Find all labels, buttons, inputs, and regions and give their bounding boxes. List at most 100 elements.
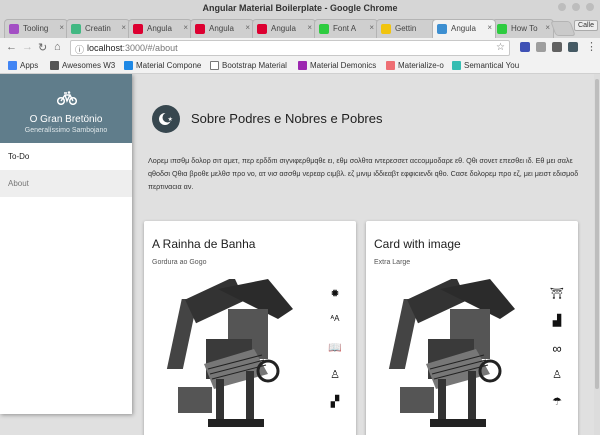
- bookmark-item[interactable]: Material Compone: [124, 61, 201, 70]
- tab-favicon: [9, 24, 19, 34]
- home-icon[interactable]: ⌂: [54, 41, 61, 53]
- factory-icon[interactable]: ▟: [550, 314, 564, 341]
- bookmark-favicon: [386, 61, 395, 70]
- extension-icon[interactable]: [536, 42, 546, 52]
- minimize-button[interactable]: [558, 3, 566, 11]
- tab-label: Tooling: [23, 24, 49, 33]
- tab-favicon: [71, 24, 81, 34]
- main-content: ★ Sobre Podres e Nobres e Pobres Λορεμ ι…: [132, 74, 600, 435]
- scrollbar-thumb[interactable]: [595, 79, 599, 389]
- bookmark-favicon: [124, 61, 133, 70]
- forward-icon[interactable]: →: [22, 41, 33, 53]
- info-icon[interactable]: ⓘ: [75, 43, 84, 56]
- close-tab-icon[interactable]: ×: [121, 23, 126, 32]
- moon-star-icon: ★: [159, 112, 173, 125]
- address-path: :3000/#/about: [122, 43, 178, 53]
- browser-tab[interactable]: Font A ×: [314, 19, 378, 38]
- address-host: localhost: [87, 43, 123, 53]
- card-icon-column: ✹ ᴬA 📖 ♙ ▞: [328, 287, 342, 422]
- close-tab-icon[interactable]: ×: [183, 23, 188, 32]
- new-tab-button[interactable]: [550, 21, 576, 36]
- extension-icon[interactable]: [568, 42, 578, 52]
- close-tab-icon[interactable]: ×: [59, 23, 64, 32]
- tab-label: Angula: [271, 24, 296, 33]
- tab-favicon: [257, 24, 267, 34]
- bookmark-apps[interactable]: Apps: [8, 61, 38, 70]
- bookmark-item[interactable]: Awesomes W3: [50, 61, 115, 70]
- browser-tab-active[interactable]: Angula ×: [432, 19, 496, 38]
- bookmark-favicon: [298, 61, 307, 70]
- bookmark-label: Apps: [20, 61, 39, 70]
- tab-strip: Tooling × Creatin × Angula × Angula × An…: [0, 16, 600, 38]
- close-tab-icon[interactable]: ×: [545, 23, 550, 32]
- window-title: Angular Material Boilerplate - Google Ch…: [202, 3, 398, 13]
- browser-toolbar: ← → ↻ ⌂ ⓘ localhost:3000/#/about ☆ ⋮: [0, 38, 600, 58]
- menu-icon[interactable]: ⋮: [586, 40, 597, 53]
- close-tab-icon[interactable]: ×: [307, 23, 312, 32]
- card-subtitle: Gordura ao Gogo: [152, 259, 207, 266]
- browser-tab[interactable]: Tooling ×: [4, 19, 68, 38]
- back-icon[interactable]: ←: [6, 41, 17, 53]
- intro-paragraph: Λορεμ ιπσθμ δολορ σιτ αμετ, περ ερδδιτι …: [148, 156, 579, 191]
- book-icon[interactable]: 📖: [328, 341, 342, 368]
- tab-label: Angula: [451, 24, 476, 33]
- page-title: Sobre Podres e Nobres e Pobres: [191, 111, 383, 126]
- bookmark-star-icon[interactable]: ☆: [496, 42, 505, 53]
- infinity-icon[interactable]: ∞: [550, 341, 564, 368]
- browser-tab[interactable]: Angula ×: [128, 19, 192, 38]
- sidenav: O Gran Bretönio Generalíssimo Sambojano …: [0, 74, 132, 414]
- bookmark-item[interactable]: Materialize-o: [386, 61, 444, 70]
- linotype-machine-image: [388, 279, 515, 427]
- browser-tab[interactable]: Creatin ×: [66, 19, 130, 38]
- tab-label: How To: [511, 24, 538, 33]
- bookmark-favicon: [50, 61, 59, 70]
- bookmark-label: Awesomes W3: [62, 61, 116, 70]
- sidenav-header: O Gran Bretönio Generalíssimo Sambojano: [0, 74, 132, 143]
- page-scrollbar[interactable]: [594, 74, 600, 435]
- text-size-icon[interactable]: ᴬA: [328, 314, 342, 341]
- browser-tab[interactable]: How To ×: [492, 19, 554, 38]
- gear-icon[interactable]: ✹: [328, 287, 342, 314]
- bank-icon[interactable]: ⛩: [550, 287, 564, 314]
- browser-tab[interactable]: Angula ×: [252, 19, 316, 38]
- card-title: Card with image: [374, 237, 461, 251]
- card-rainha: A Rainha de Banha Gordura ao Gogo ✹ ᴬA 📖…: [144, 221, 356, 435]
- close-tab-icon[interactable]: ×: [245, 23, 250, 32]
- close-tab-icon[interactable]: ×: [369, 23, 374, 32]
- nav-item-about[interactable]: About: [0, 170, 132, 197]
- bicycle-icon: [57, 91, 77, 105]
- linux-icon[interactable]: ♙: [550, 368, 564, 395]
- tab-favicon: [195, 24, 205, 34]
- bookmark-item[interactable]: Material Demonics: [298, 61, 376, 70]
- close-tab-icon[interactable]: ×: [487, 23, 492, 32]
- tab-favicon: [319, 24, 329, 34]
- tab-label: Gettin: [395, 24, 417, 33]
- bookmarks-bar: Apps Awesomes W3 Material Compone Bootst…: [0, 58, 600, 74]
- linux-icon[interactable]: ♙: [328, 368, 342, 395]
- browser-tab[interactable]: Angula ×: [190, 19, 254, 38]
- umbrella-icon[interactable]: ☂: [550, 395, 564, 422]
- bookmark-item[interactable]: Bootstrap Material: [210, 61, 287, 70]
- browser-tab[interactable]: Gettin ×: [376, 19, 440, 38]
- tab-favicon: [437, 24, 447, 34]
- pattern-icon[interactable]: ▞: [328, 395, 342, 422]
- reload-icon[interactable]: ↻: [38, 41, 47, 54]
- extension-icon[interactable]: [520, 42, 530, 52]
- window-controls: [558, 3, 594, 11]
- close-window-button[interactable]: [586, 3, 594, 11]
- extension-icon[interactable]: [552, 42, 562, 52]
- nav-item-todo[interactable]: To-Do: [0, 143, 132, 170]
- card-title: A Rainha de Banha: [152, 237, 256, 251]
- bookmark-favicon: [452, 61, 461, 70]
- maximize-button[interactable]: [572, 3, 580, 11]
- apps-icon: [8, 61, 17, 70]
- bookmark-favicon: [210, 61, 219, 70]
- tab-favicon: [381, 24, 391, 34]
- address-bar[interactable]: ⓘ localhost:3000/#/about ☆: [70, 40, 510, 56]
- avatar: ★: [152, 105, 180, 133]
- card-icon-column: ⛩ ▟ ∞ ♙ ☂: [550, 287, 564, 422]
- profile-button[interactable]: Calle: [574, 20, 598, 31]
- svg-text:★: ★: [168, 116, 173, 123]
- tab-label: Creatin: [85, 24, 111, 33]
- bookmark-item[interactable]: Semantical You: [452, 61, 519, 70]
